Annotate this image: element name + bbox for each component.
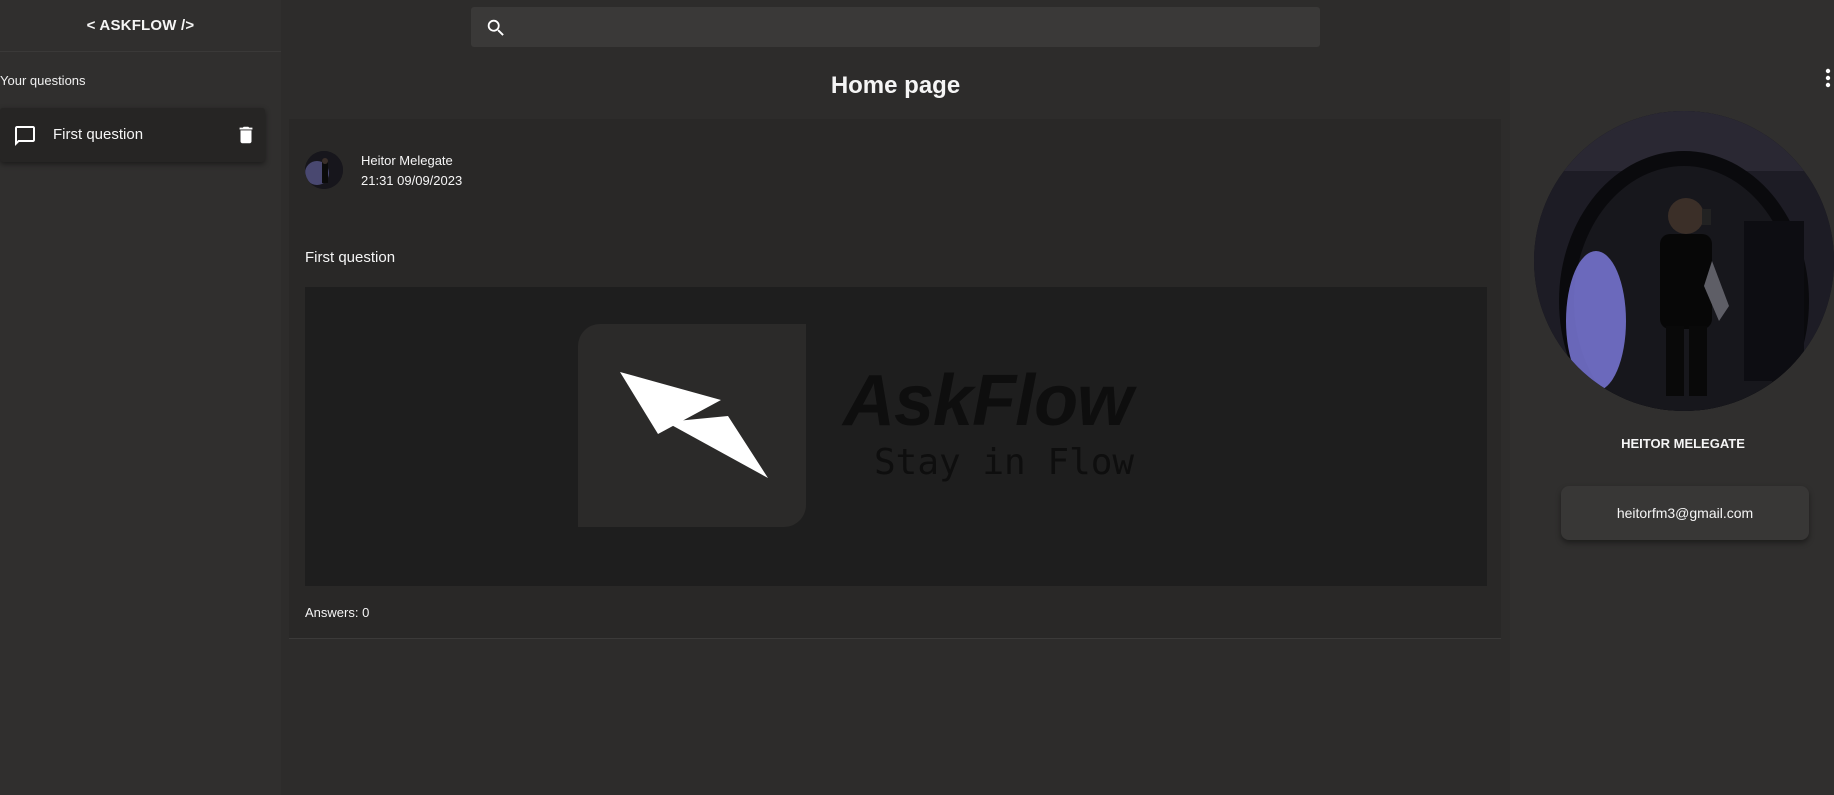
askflow-logo-icon [620, 372, 768, 478]
question-card[interactable]: Heitor Melegate 21:31 09/09/2023 First q… [289, 119, 1501, 639]
left-sidebar: < ASKFLOW /> Your questions First questi… [0, 0, 281, 795]
post-timestamp: 21:31 09/09/2023 [361, 173, 463, 188]
question-text: First question [305, 249, 396, 266]
more-vert-icon[interactable] [1824, 68, 1832, 93]
main-content: Home page Heitor Melegate 21:31 09/09/20… [281, 0, 1510, 795]
search-bar[interactable] [471, 7, 1320, 47]
author-avatar[interactable] [305, 151, 343, 189]
profile-name: HEITOR MELEGATE [1621, 436, 1745, 451]
search-input[interactable] [517, 7, 1307, 47]
chat-icon [13, 124, 37, 153]
profile-panel: HEITOR MELEGATE heitorfm3@gmail.com [1510, 0, 1834, 795]
sidebar-item-question[interactable]: First question [0, 108, 265, 162]
logo-tagline: Stay in Flow [874, 442, 1135, 483]
profile-email: heitorfm3@gmail.com [1616, 505, 1754, 521]
askflow-logo-tile [578, 324, 806, 527]
question-image: AskFlow Stay in Flow [305, 287, 1487, 586]
sidebar-item-label: First question [53, 126, 144, 143]
logo-word: AskFlow [843, 361, 1133, 441]
page-title: Home page [830, 72, 961, 99]
author-name[interactable]: Heitor Melegate [361, 153, 453, 168]
trash-icon[interactable] [235, 124, 257, 151]
profile-email-card[interactable]: heitorfm3@gmail.com [1561, 486, 1809, 540]
your-questions-heading: Your questions [0, 73, 86, 88]
app-brand[interactable]: < ASKFLOW /> [0, 0, 281, 52]
answers-count: Answers: 0 [305, 605, 370, 620]
search-icon[interactable] [485, 17, 507, 44]
profile-photo[interactable] [1534, 111, 1834, 411]
